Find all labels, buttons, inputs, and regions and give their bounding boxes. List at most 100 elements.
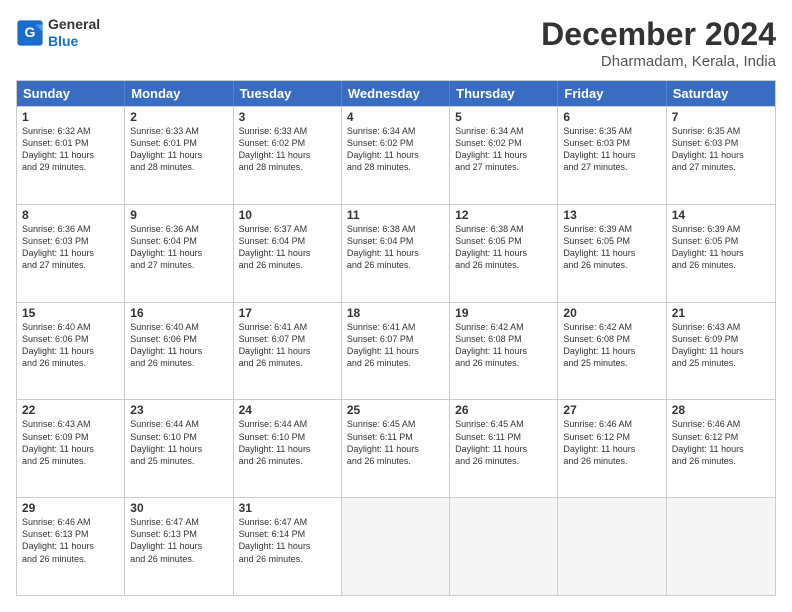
day-number: 19	[455, 306, 552, 320]
day-number: 21	[672, 306, 770, 320]
calendar-cell: 21Sunrise: 6:43 AM Sunset: 6:09 PM Dayli…	[667, 303, 775, 400]
day-number: 5	[455, 110, 552, 124]
day-number: 26	[455, 403, 552, 417]
calendar-cell	[667, 498, 775, 595]
calendar-row: 8Sunrise: 6:36 AM Sunset: 6:03 PM Daylig…	[17, 204, 775, 302]
cell-info: Sunrise: 6:46 AM Sunset: 6:12 PM Dayligh…	[563, 418, 660, 467]
day-number: 1	[22, 110, 119, 124]
calendar-cell: 23Sunrise: 6:44 AM Sunset: 6:10 PM Dayli…	[125, 400, 233, 497]
cell-info: Sunrise: 6:39 AM Sunset: 6:05 PM Dayligh…	[672, 223, 770, 272]
day-number: 12	[455, 208, 552, 222]
calendar-cell: 17Sunrise: 6:41 AM Sunset: 6:07 PM Dayli…	[234, 303, 342, 400]
cell-info: Sunrise: 6:43 AM Sunset: 6:09 PM Dayligh…	[672, 321, 770, 370]
calendar-cell: 3Sunrise: 6:33 AM Sunset: 6:02 PM Daylig…	[234, 107, 342, 204]
month-title: December 2024	[541, 16, 776, 53]
calendar-cell: 19Sunrise: 6:42 AM Sunset: 6:08 PM Dayli…	[450, 303, 558, 400]
day-number: 11	[347, 208, 444, 222]
header-day: Saturday	[667, 81, 775, 106]
cell-info: Sunrise: 6:35 AM Sunset: 6:03 PM Dayligh…	[563, 125, 660, 174]
day-number: 8	[22, 208, 119, 222]
cell-info: Sunrise: 6:41 AM Sunset: 6:07 PM Dayligh…	[239, 321, 336, 370]
cell-info: Sunrise: 6:33 AM Sunset: 6:02 PM Dayligh…	[239, 125, 336, 174]
calendar-cell: 16Sunrise: 6:40 AM Sunset: 6:06 PM Dayli…	[125, 303, 233, 400]
cell-info: Sunrise: 6:32 AM Sunset: 6:01 PM Dayligh…	[22, 125, 119, 174]
calendar-cell: 29Sunrise: 6:46 AM Sunset: 6:13 PM Dayli…	[17, 498, 125, 595]
cell-info: Sunrise: 6:43 AM Sunset: 6:09 PM Dayligh…	[22, 418, 119, 467]
calendar-row: 15Sunrise: 6:40 AM Sunset: 6:06 PM Dayli…	[17, 302, 775, 400]
cell-info: Sunrise: 6:36 AM Sunset: 6:04 PM Dayligh…	[130, 223, 227, 272]
day-number: 6	[563, 110, 660, 124]
cell-info: Sunrise: 6:45 AM Sunset: 6:11 PM Dayligh…	[347, 418, 444, 467]
day-number: 20	[563, 306, 660, 320]
cell-info: Sunrise: 6:33 AM Sunset: 6:01 PM Dayligh…	[130, 125, 227, 174]
cell-info: Sunrise: 6:44 AM Sunset: 6:10 PM Dayligh…	[130, 418, 227, 467]
day-number: 29	[22, 501, 119, 515]
day-number: 10	[239, 208, 336, 222]
logo-text: General Blue	[48, 16, 100, 50]
day-number: 14	[672, 208, 770, 222]
calendar-cell	[342, 498, 450, 595]
day-number: 17	[239, 306, 336, 320]
logo: G General Blue	[16, 16, 100, 50]
cell-info: Sunrise: 6:47 AM Sunset: 6:14 PM Dayligh…	[239, 516, 336, 565]
calendar-cell: 1Sunrise: 6:32 AM Sunset: 6:01 PM Daylig…	[17, 107, 125, 204]
day-number: 23	[130, 403, 227, 417]
cell-info: Sunrise: 6:46 AM Sunset: 6:12 PM Dayligh…	[672, 418, 770, 467]
calendar-cell: 18Sunrise: 6:41 AM Sunset: 6:07 PM Dayli…	[342, 303, 450, 400]
calendar-body: 1Sunrise: 6:32 AM Sunset: 6:01 PM Daylig…	[17, 106, 775, 595]
day-number: 13	[563, 208, 660, 222]
cell-info: Sunrise: 6:35 AM Sunset: 6:03 PM Dayligh…	[672, 125, 770, 174]
calendar-cell: 20Sunrise: 6:42 AM Sunset: 6:08 PM Dayli…	[558, 303, 666, 400]
calendar-cell	[450, 498, 558, 595]
cell-info: Sunrise: 6:42 AM Sunset: 6:08 PM Dayligh…	[455, 321, 552, 370]
calendar-cell: 15Sunrise: 6:40 AM Sunset: 6:06 PM Dayli…	[17, 303, 125, 400]
day-number: 24	[239, 403, 336, 417]
title-block: December 2024 Dharmadam, Kerala, India	[541, 16, 776, 70]
calendar-cell	[558, 498, 666, 595]
cell-info: Sunrise: 6:40 AM Sunset: 6:06 PM Dayligh…	[130, 321, 227, 370]
header-day: Tuesday	[234, 81, 342, 106]
day-number: 2	[130, 110, 227, 124]
day-number: 4	[347, 110, 444, 124]
cell-info: Sunrise: 6:40 AM Sunset: 6:06 PM Dayligh…	[22, 321, 119, 370]
calendar-cell: 8Sunrise: 6:36 AM Sunset: 6:03 PM Daylig…	[17, 205, 125, 302]
day-number: 25	[347, 403, 444, 417]
day-number: 30	[130, 501, 227, 515]
cell-info: Sunrise: 6:34 AM Sunset: 6:02 PM Dayligh…	[347, 125, 444, 174]
calendar-cell: 11Sunrise: 6:38 AM Sunset: 6:04 PM Dayli…	[342, 205, 450, 302]
logo-icon: G	[16, 19, 44, 47]
calendar-cell: 25Sunrise: 6:45 AM Sunset: 6:11 PM Dayli…	[342, 400, 450, 497]
calendar-row: 1Sunrise: 6:32 AM Sunset: 6:01 PM Daylig…	[17, 106, 775, 204]
cell-info: Sunrise: 6:41 AM Sunset: 6:07 PM Dayligh…	[347, 321, 444, 370]
calendar-cell: 10Sunrise: 6:37 AM Sunset: 6:04 PM Dayli…	[234, 205, 342, 302]
calendar-cell: 28Sunrise: 6:46 AM Sunset: 6:12 PM Dayli…	[667, 400, 775, 497]
calendar-cell: 12Sunrise: 6:38 AM Sunset: 6:05 PM Dayli…	[450, 205, 558, 302]
calendar-cell: 24Sunrise: 6:44 AM Sunset: 6:10 PM Dayli…	[234, 400, 342, 497]
day-number: 15	[22, 306, 119, 320]
calendar-cell: 6Sunrise: 6:35 AM Sunset: 6:03 PM Daylig…	[558, 107, 666, 204]
calendar-page: G General Blue December 2024 Dharmadam, …	[0, 0, 792, 612]
calendar-cell: 31Sunrise: 6:47 AM Sunset: 6:14 PM Dayli…	[234, 498, 342, 595]
calendar-cell: 14Sunrise: 6:39 AM Sunset: 6:05 PM Dayli…	[667, 205, 775, 302]
cell-info: Sunrise: 6:38 AM Sunset: 6:04 PM Dayligh…	[347, 223, 444, 272]
day-number: 22	[22, 403, 119, 417]
page-header: G General Blue December 2024 Dharmadam, …	[16, 16, 776, 70]
calendar-cell: 26Sunrise: 6:45 AM Sunset: 6:11 PM Dayli…	[450, 400, 558, 497]
calendar-cell: 22Sunrise: 6:43 AM Sunset: 6:09 PM Dayli…	[17, 400, 125, 497]
cell-info: Sunrise: 6:45 AM Sunset: 6:11 PM Dayligh…	[455, 418, 552, 467]
day-number: 3	[239, 110, 336, 124]
calendar-cell: 7Sunrise: 6:35 AM Sunset: 6:03 PM Daylig…	[667, 107, 775, 204]
calendar-row: 22Sunrise: 6:43 AM Sunset: 6:09 PM Dayli…	[17, 399, 775, 497]
calendar-cell: 2Sunrise: 6:33 AM Sunset: 6:01 PM Daylig…	[125, 107, 233, 204]
location: Dharmadam, Kerala, India	[541, 53, 776, 70]
day-number: 16	[130, 306, 227, 320]
calendar-cell: 13Sunrise: 6:39 AM Sunset: 6:05 PM Dayli…	[558, 205, 666, 302]
calendar-header: SundayMondayTuesdayWednesdayThursdayFrid…	[17, 81, 775, 106]
header-day: Sunday	[17, 81, 125, 106]
calendar-row: 29Sunrise: 6:46 AM Sunset: 6:13 PM Dayli…	[17, 497, 775, 595]
cell-info: Sunrise: 6:37 AM Sunset: 6:04 PM Dayligh…	[239, 223, 336, 272]
calendar-cell: 27Sunrise: 6:46 AM Sunset: 6:12 PM Dayli…	[558, 400, 666, 497]
cell-info: Sunrise: 6:44 AM Sunset: 6:10 PM Dayligh…	[239, 418, 336, 467]
day-number: 9	[130, 208, 227, 222]
cell-info: Sunrise: 6:34 AM Sunset: 6:02 PM Dayligh…	[455, 125, 552, 174]
